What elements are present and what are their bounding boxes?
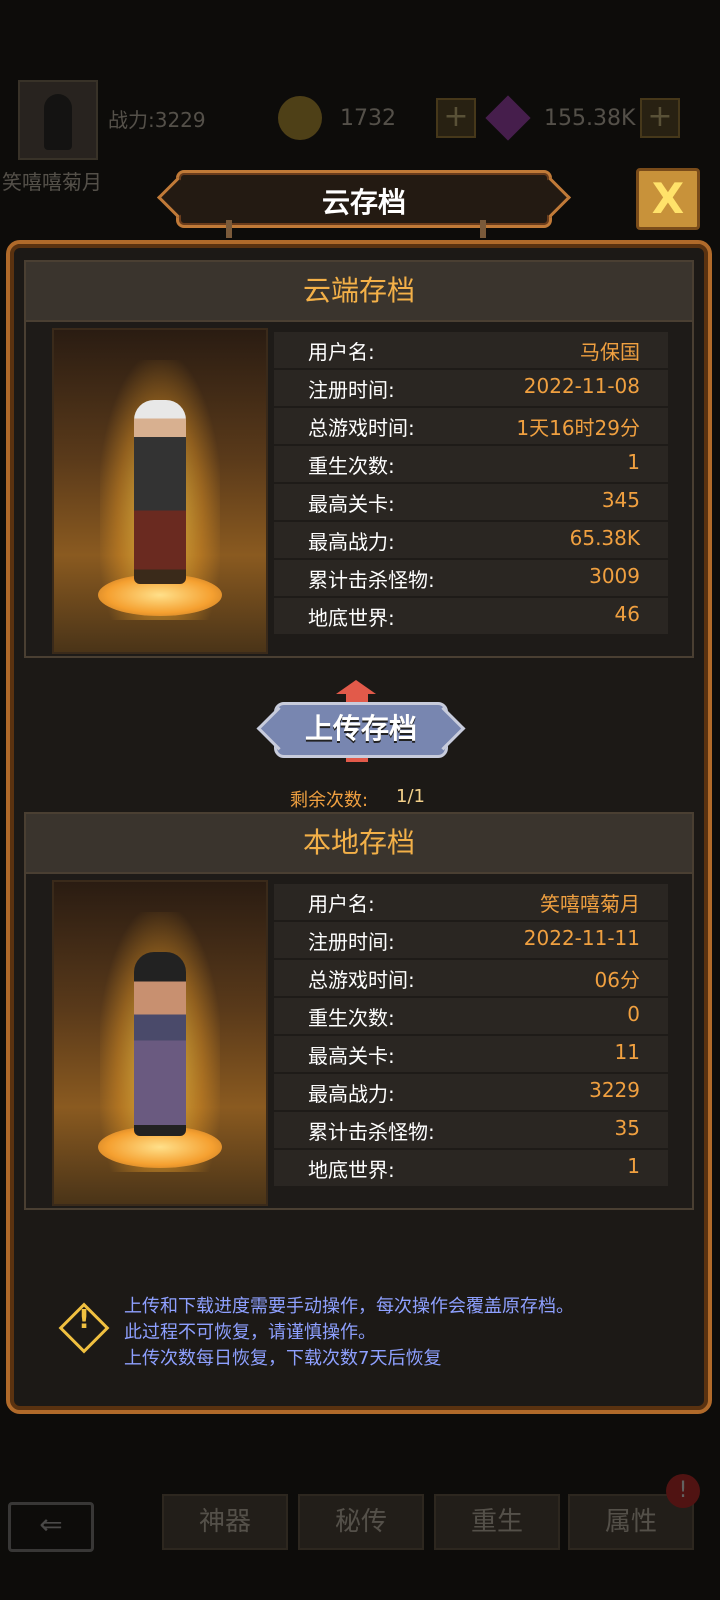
tab-artifact[interactable]: 神器 bbox=[162, 1494, 288, 1550]
info-row: 用户名: 马保国 bbox=[274, 332, 668, 368]
warning-text: 上传次数每日恢复，下载次数7天后恢复 bbox=[124, 1348, 442, 1369]
info-label: 注册时间: bbox=[308, 378, 395, 402]
info-row: 重生次数: 0 bbox=[274, 998, 668, 1034]
info-row: 累计击杀怪物: 35 bbox=[274, 1112, 668, 1148]
hanger-decoration bbox=[480, 220, 486, 238]
female-character-figure bbox=[134, 952, 186, 1136]
info-row: 累计击杀怪物: 3009 bbox=[274, 560, 668, 596]
info-row: 用户名: 笑嘻嘻菊月 bbox=[274, 884, 668, 920]
info-value: 2022-11-08 bbox=[523, 374, 640, 398]
info-value: 65.38K bbox=[569, 526, 640, 550]
info-row: 地底世界: 46 bbox=[274, 598, 668, 634]
info-value: 笑嘻嘻菊月 bbox=[540, 892, 640, 916]
dialog-title-bar: 云存档 bbox=[176, 170, 552, 228]
info-label: 最高关卡: bbox=[308, 1044, 395, 1068]
info-value: 0 bbox=[627, 1002, 640, 1026]
info-value: 1 bbox=[627, 450, 640, 474]
info-value: 35 bbox=[614, 1116, 640, 1140]
info-label: 总游戏时间: bbox=[308, 416, 415, 440]
player-avatar[interactable] bbox=[18, 80, 98, 160]
info-label: 地底世界: bbox=[308, 1158, 395, 1182]
cloud-info-list: 用户名: 马保国 注册时间: 2022-11-08 总游戏时间: 1天16时29分 重… bbox=[274, 328, 668, 650]
info-label: 地底世界: bbox=[308, 606, 395, 630]
info-value: 1 bbox=[627, 1154, 640, 1178]
avatar-figure bbox=[44, 94, 72, 150]
player-name: 笑嘻嘻菊月 bbox=[2, 170, 102, 194]
close-button[interactable]: X bbox=[636, 168, 700, 230]
warning-text: 此过程不可恢复，请谨慎操作。 bbox=[124, 1322, 376, 1343]
info-value: 345 bbox=[601, 488, 640, 512]
local-info-list: 用户名: 笑嘻嘻菊月 注册时间: 2022-11-11 总游戏时间: 06分 重生次数… bbox=[274, 880, 668, 1202]
info-row: 最高战力: 65.38K bbox=[274, 522, 668, 558]
power-value: 战力:3229 bbox=[108, 108, 206, 132]
info-label: 最高关卡: bbox=[308, 492, 395, 516]
exclamation-icon: ! bbox=[78, 1305, 90, 1335]
tab-rebirth[interactable]: 重生 bbox=[434, 1494, 560, 1550]
add-coins-button[interactable]: + bbox=[436, 98, 476, 138]
cloud-save-section: 云端存档 用户名: 马保国 注册时间: 2022-11-08 总游戏时间: 1天16时… bbox=[24, 260, 694, 658]
info-row: 最高战力: 3229 bbox=[274, 1074, 668, 1110]
info-label: 用户名: bbox=[308, 340, 375, 364]
local-character-portrait bbox=[52, 880, 268, 1206]
notification-badge: ! bbox=[666, 1474, 700, 1508]
info-value: 1天16时29分 bbox=[516, 416, 640, 440]
cloud-character-portrait bbox=[52, 328, 268, 654]
remaining-value: 1/1 bbox=[396, 786, 425, 807]
warning-text: 上传和下载进度需要手动操作，每次操作会覆盖原存档。 bbox=[124, 1296, 574, 1317]
coin-icon bbox=[278, 96, 322, 140]
info-label: 用户名: bbox=[308, 892, 375, 916]
back-arrow-icon[interactable]: ⇐ bbox=[8, 1502, 94, 1552]
info-label: 累计击杀怪物: bbox=[308, 1120, 435, 1144]
info-label: 总游戏时间: bbox=[308, 968, 415, 992]
gem-value: 155.38K bbox=[544, 106, 636, 131]
bottom-tab-bar: ⇐ 神器 秘传 重生 属性 ! bbox=[0, 1474, 720, 1570]
info-value: 46 bbox=[614, 602, 640, 626]
info-row: 最高关卡: 11 bbox=[274, 1036, 668, 1072]
info-row: 重生次数: 1 bbox=[274, 446, 668, 482]
remaining-label: 剩余次数: bbox=[290, 790, 369, 811]
info-label: 累计击杀怪物: bbox=[308, 568, 435, 592]
info-label: 重生次数: bbox=[308, 1006, 395, 1030]
dialog-title: 云存档 bbox=[321, 186, 406, 219]
upload-save-button[interactable]: 上传存档 bbox=[274, 702, 448, 758]
info-row: 注册时间: 2022-11-11 bbox=[274, 922, 668, 958]
info-value: 马保国 bbox=[580, 340, 640, 364]
info-label: 重生次数: bbox=[308, 454, 395, 478]
info-row: 总游戏时间: 1天16时29分 bbox=[274, 408, 668, 444]
local-save-header: 本地存档 bbox=[26, 814, 692, 874]
local-save-section: 本地存档 用户名: 笑嘻嘻菊月 注册时间: 2022-11-11 总游戏时间: 06分… bbox=[24, 812, 694, 1210]
info-label: 最高战力: bbox=[308, 530, 395, 554]
add-gems-button[interactable]: + bbox=[640, 98, 680, 138]
tab-secret[interactable]: 秘传 bbox=[298, 1494, 424, 1550]
info-label: 最高战力: bbox=[308, 1082, 395, 1106]
cloud-save-header: 云端存档 bbox=[26, 262, 692, 322]
hanger-decoration bbox=[226, 220, 232, 238]
coin-value: 1732 bbox=[340, 106, 396, 131]
info-row: 注册时间: 2022-11-08 bbox=[274, 370, 668, 406]
info-value: 3009 bbox=[589, 564, 640, 588]
info-value: 06分 bbox=[594, 968, 640, 992]
info-value: 2022-11-11 bbox=[523, 926, 640, 950]
info-value: 3229 bbox=[589, 1078, 640, 1102]
info-row: 地底世界: 1 bbox=[274, 1150, 668, 1186]
male-character-figure bbox=[134, 400, 186, 584]
info-row: 最高关卡: 345 bbox=[274, 484, 668, 520]
info-value: 11 bbox=[614, 1040, 640, 1064]
info-row: 总游戏时间: 06分 bbox=[274, 960, 668, 996]
info-label: 注册时间: bbox=[308, 930, 395, 954]
gem-icon bbox=[485, 95, 531, 141]
